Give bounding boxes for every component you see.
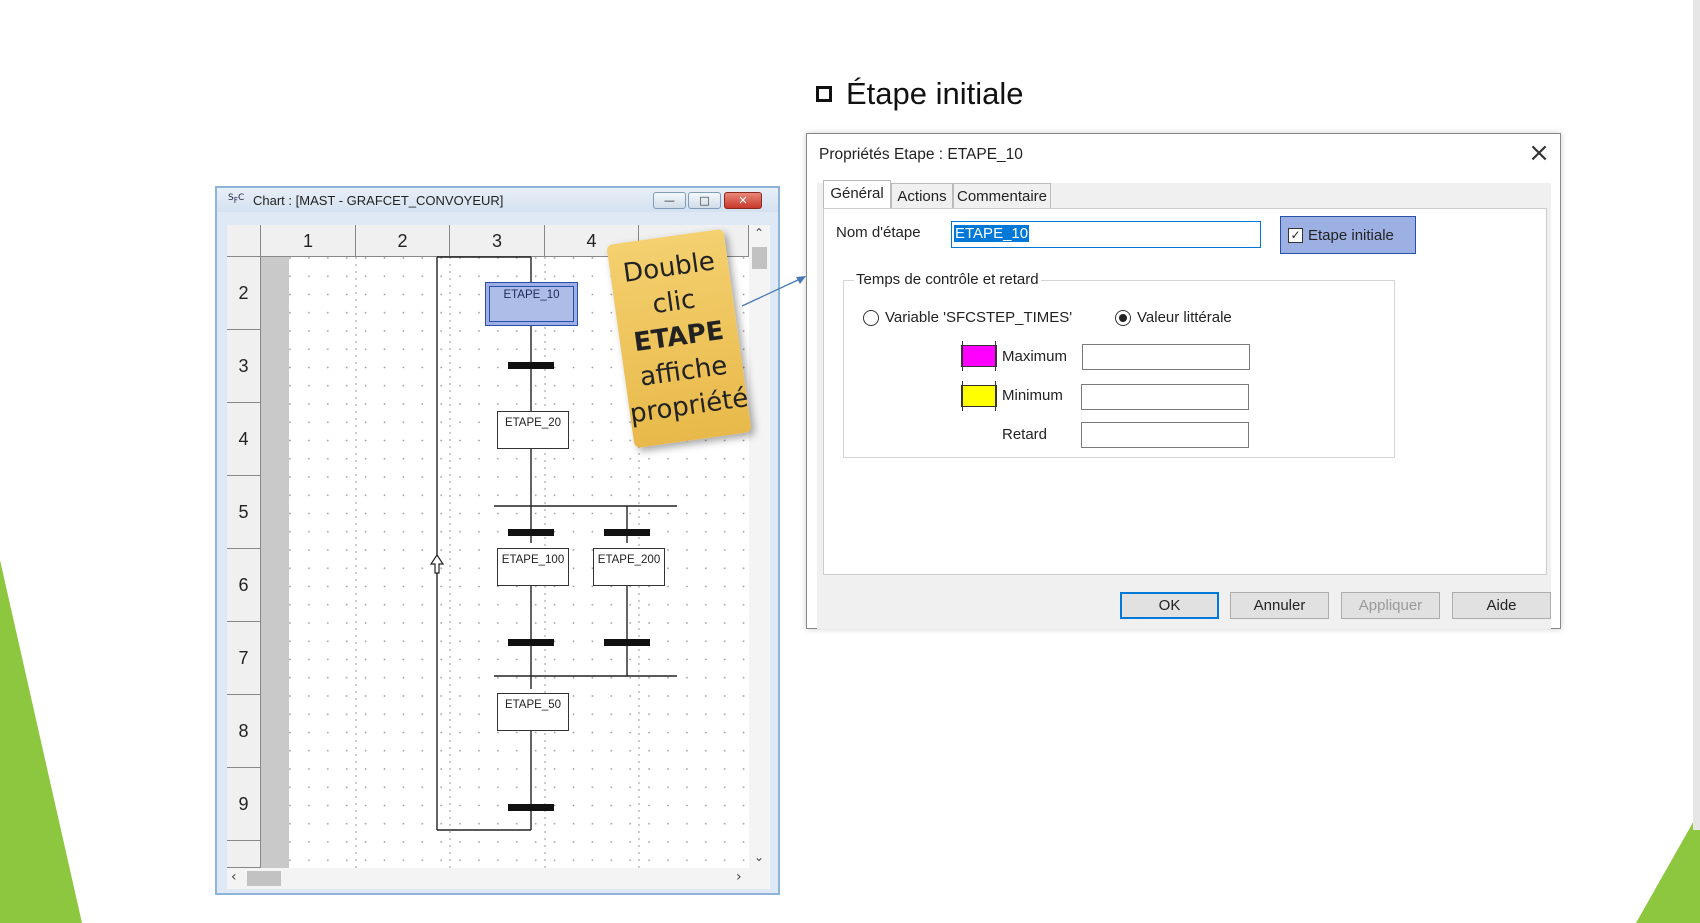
dialog-body: Général Actions Commentaire Nom d'étape …: [817, 180, 1551, 629]
dialog-close-icon[interactable]: ×: [1525, 140, 1553, 168]
general-tab-panel: Nom d'étape ETAPE_10 ✓ Etape initiale Te…: [823, 208, 1547, 575]
scroll-left-icon[interactable]: ‹: [231, 869, 237, 885]
cancel-button[interactable]: Annuler: [1230, 592, 1329, 619]
transition-3: [508, 362, 554, 369]
horizontal-scrollbar[interactable]: ‹ ›: [227, 868, 770, 889]
help-button[interactable]: Aide: [1452, 592, 1551, 619]
slide-title-text: Étape initiale: [846, 76, 1024, 111]
radio-literal[interactable]: [1115, 310, 1131, 326]
left-green-triangle: [0, 560, 82, 923]
step-name-label: Nom d'étape: [836, 224, 921, 241]
right-green-triangle: [1636, 810, 1700, 923]
step-name-value: ETAPE_10: [954, 225, 1030, 242]
transition-5b: [604, 529, 650, 536]
close-button[interactable]: ✕: [724, 192, 762, 209]
initial-step-label: Etape initiale: [1308, 227, 1394, 244]
connector-arrow: [741, 276, 806, 307]
transition-9: [508, 804, 554, 811]
step-etape-10-label: ETAPE_10: [503, 289, 560, 301]
maximize-button[interactable]: □: [688, 192, 721, 209]
radio-variable-label: Variable 'SFCSTEP_TIMES': [885, 309, 1073, 326]
scroll-right-icon[interactable]: ›: [736, 869, 742, 885]
maximum-input[interactable]: [1082, 344, 1250, 370]
tab-actions[interactable]: Actions: [891, 183, 953, 209]
radio-variable[interactable]: [863, 310, 879, 326]
minimum-color-swatch: [961, 381, 997, 411]
dialog-title: Propriétés Etape : ETAPE_10: [819, 146, 1023, 163]
step-etape-50[interactable]: ETAPE_50: [497, 693, 569, 731]
minimum-label: Minimum: [1002, 387, 1063, 404]
tab-general[interactable]: Général: [823, 180, 891, 208]
step-etape-100[interactable]: ETAPE_100: [497, 548, 569, 586]
right-edge-shadow: [1693, 0, 1700, 830]
transition-7b: [604, 639, 650, 646]
retard-input[interactable]: [1081, 422, 1249, 448]
apply-button[interactable]: Appliquer: [1341, 592, 1440, 619]
chart-window-title: Chart : [MAST - GRAFCET_CONVOYEUR]: [253, 193, 504, 208]
vertical-scroll-thumb[interactable]: [752, 247, 767, 269]
minimize-button[interactable]: —: [653, 192, 686, 209]
checkbox-checked-icon[interactable]: ✓: [1288, 228, 1303, 243]
maximum-label: Maximum: [1002, 348, 1068, 365]
radio-literal-label: Valeur littérale: [1137, 309, 1232, 326]
transition-7a: [508, 639, 554, 646]
sfc-chart-icon: SFC: [228, 193, 245, 205]
chart-titlebar[interactable]: SFC Chart : [MAST - GRAFCET_CONVOYEUR] —…: [217, 188, 778, 212]
checkbox-bullet-icon: [816, 86, 832, 102]
retard-label: Retard: [1002, 426, 1048, 443]
vertical-scrollbar[interactable]: ⌃ ⌄: [749, 225, 770, 868]
tab-commentaire[interactable]: Commentaire: [953, 183, 1051, 209]
horizontal-scroll-thumb[interactable]: [247, 871, 281, 886]
step-properties-dialog: Propriétés Etape : ETAPE_10 × Général Ac…: [806, 133, 1561, 629]
step-etape-20[interactable]: ETAPE_20: [497, 411, 569, 449]
step-etape-10[interactable]: ETAPE_10: [485, 282, 578, 326]
scroll-up-icon[interactable]: ⌃: [754, 226, 764, 240]
scroll-down-icon[interactable]: ⌄: [754, 850, 764, 864]
timing-group-box: Temps de contrôle et retard Variable 'SF…: [843, 271, 1395, 458]
ok-button[interactable]: OK: [1120, 592, 1219, 619]
slide-title: Étape initiale: [816, 76, 1024, 112]
minimum-input[interactable]: [1081, 384, 1249, 410]
step-name-input[interactable]: ETAPE_10: [951, 221, 1261, 248]
initial-step-checkbox[interactable]: ✓ Etape initiale: [1280, 216, 1416, 254]
transition-5a: [508, 529, 554, 536]
step-etape-200[interactable]: ETAPE_200: [593, 548, 665, 586]
maximum-color-swatch: [961, 341, 997, 371]
timing-group-label: Temps de contrôle et retard: [854, 271, 1041, 288]
